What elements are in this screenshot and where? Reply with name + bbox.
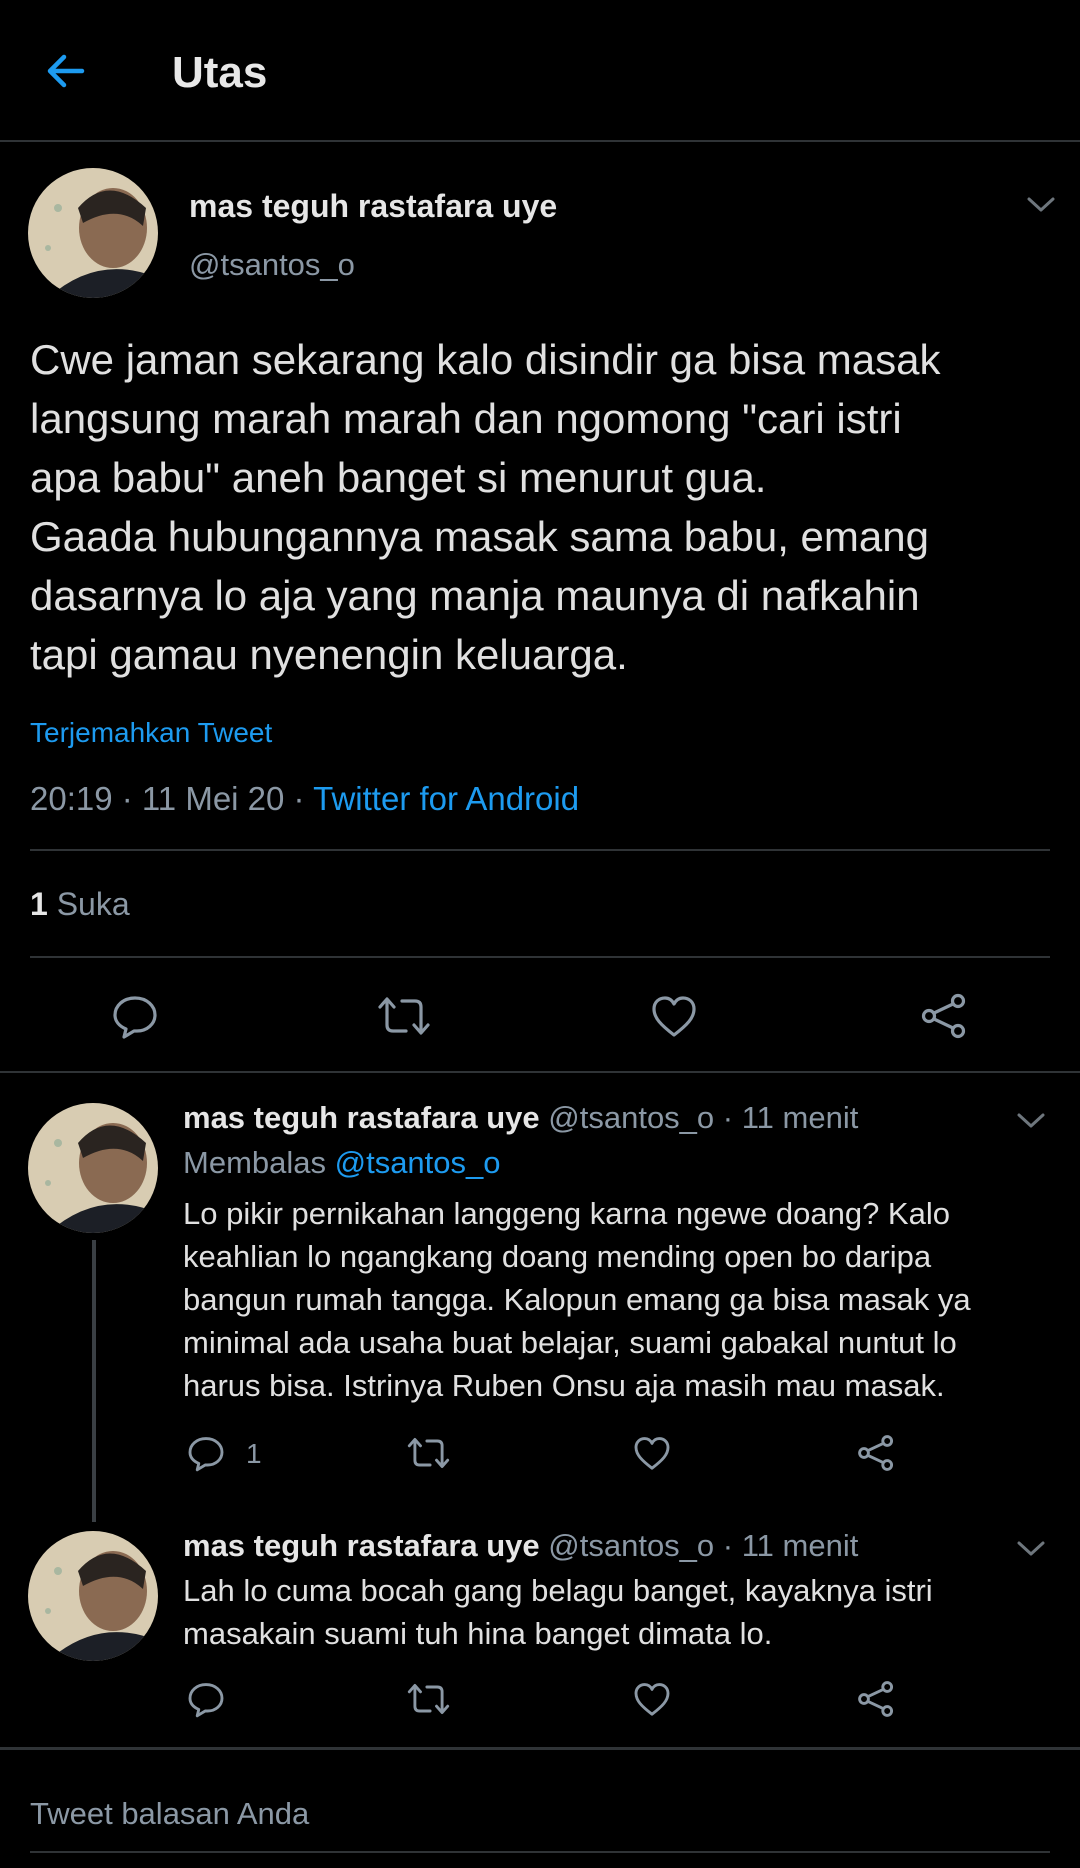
- likes-count[interactable]: 1 Suka: [30, 886, 130, 923]
- reply-header[interactable]: mas teguh rastafara uye @tsantos_o · 11 …: [183, 1100, 858, 1136]
- chevron-down-icon[interactable]: [1014, 1109, 1048, 1131]
- chevron-down-icon[interactable]: [1014, 1537, 1048, 1559]
- share-icon[interactable]: [856, 1679, 896, 1719]
- divider: [0, 1071, 1080, 1073]
- divider: [30, 1851, 1050, 1853]
- reply-author-name[interactable]: mas teguh rastafara uye: [183, 1100, 540, 1135]
- avatar[interactable]: [28, 1531, 158, 1661]
- share-icon[interactable]: [919, 991, 969, 1041]
- reply-text: Lah lo cuma bocah gang belagu banget, ka…: [183, 1573, 933, 1651]
- thread-connector: [92, 1240, 96, 1522]
- replying-to-link[interactable]: @tsantos_o: [335, 1145, 501, 1180]
- reply-meta: @tsantos_o · 11 menit: [539, 1528, 859, 1563]
- retweet-icon[interactable]: [406, 1433, 451, 1473]
- retweet-icon[interactable]: [406, 1679, 451, 1719]
- reply-compose-input[interactable]: Tweet balasan Anda: [30, 1796, 309, 1832]
- top-bar: Utas: [0, 0, 1080, 142]
- speech-bubble-icon[interactable]: [186, 1433, 226, 1473]
- reply-author-name[interactable]: mas teguh rastafara uye: [183, 1528, 540, 1563]
- author-name[interactable]: mas teguh rastafara uye: [189, 188, 557, 225]
- heart-icon[interactable]: [632, 1679, 672, 1719]
- divider: [30, 849, 1050, 851]
- likes-label: Suka: [47, 886, 130, 922]
- share-icon[interactable]: [856, 1433, 896, 1473]
- tweet-time: 20:19 · 11 Mei 20 ·: [30, 780, 314, 817]
- tweet-text: Cwe jaman sekarang kalo disindir ga bisa…: [30, 336, 941, 678]
- reply-header[interactable]: mas teguh rastafara uye @tsantos_o · 11 …: [183, 1528, 858, 1564]
- replying-to: Membalas @tsantos_o: [183, 1145, 501, 1181]
- tweet-meta: 20:19 · 11 Mei 20 · Twitter for Android: [30, 780, 579, 818]
- replying-label: Membalas: [183, 1145, 335, 1180]
- translate-tweet-link[interactable]: Terjemahkan Tweet: [30, 717, 272, 749]
- chevron-down-icon[interactable]: [1024, 193, 1058, 215]
- reply-text: Lo pikir pernikahan langgeng karna ngewe…: [183, 1196, 971, 1403]
- divider: [30, 956, 1050, 958]
- avatar[interactable]: [28, 168, 158, 298]
- reply-count: 1: [246, 1438, 262, 1469]
- tweet-source-link[interactable]: Twitter for Android: [313, 780, 579, 817]
- author-handle[interactable]: @tsantos_o: [189, 247, 355, 283]
- avatar[interactable]: [28, 1103, 158, 1233]
- divider: [0, 1747, 1080, 1750]
- likes-number: 1: [30, 886, 48, 922]
- heart-icon[interactable]: [632, 1433, 672, 1473]
- speech-bubble-icon[interactable]: [186, 1679, 226, 1719]
- reply-meta: @tsantos_o · 11 menit: [539, 1100, 859, 1135]
- speech-bubble-icon[interactable]: [110, 991, 160, 1041]
- arrow-left-icon[interactable]: [40, 45, 92, 97]
- retweet-icon[interactable]: [376, 991, 432, 1041]
- page-title: Utas: [172, 48, 268, 97]
- heart-icon[interactable]: [649, 991, 699, 1041]
